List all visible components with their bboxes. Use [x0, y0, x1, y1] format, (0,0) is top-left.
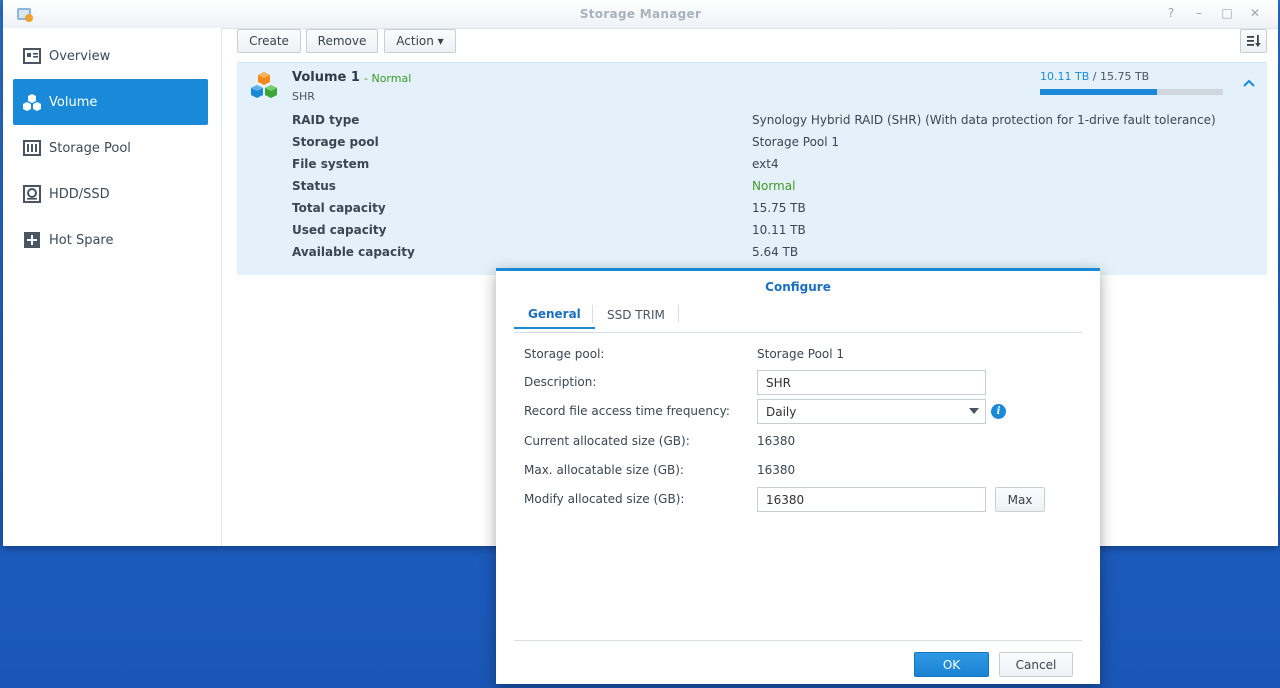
detail-row-status: Status Normal: [292, 179, 1252, 197]
description-input[interactable]: [757, 370, 986, 395]
storage-pool-icon: [22, 138, 42, 158]
capacity-bar: [1040, 89, 1223, 95]
overview-icon: [22, 46, 42, 66]
create-button[interactable]: Create: [237, 29, 301, 53]
action-button[interactable]: Action ▾: [384, 29, 456, 53]
capacity-separator: /: [1089, 70, 1100, 83]
sidebar-item-volume[interactable]: Volume: [13, 79, 208, 125]
sidebar-item-hdd-ssd[interactable]: HDD/SSD: [13, 171, 208, 217]
detail-key: Storage pool: [292, 135, 379, 149]
max-button[interactable]: Max: [995, 487, 1045, 512]
detail-key: RAID type: [292, 113, 360, 127]
dialog-title: Configure: [765, 280, 831, 294]
detail-value: 5.64 TB: [752, 245, 799, 259]
ok-button[interactable]: OK: [914, 652, 989, 677]
tab-divider: [678, 305, 679, 323]
minimize-icon[interactable]: –: [1192, 6, 1206, 20]
form-row-record-frequency: Record file access time frequency: Daily…: [524, 399, 1084, 424]
close-icon[interactable]: ✕: [1248, 6, 1262, 20]
hot-spare-icon: [22, 230, 42, 250]
volume-name: Volume 1: [292, 70, 360, 85]
detail-row-storage-pool: Storage pool Storage Pool 1: [292, 135, 1252, 153]
remove-button[interactable]: Remove: [306, 29, 378, 53]
maximize-icon[interactable]: □: [1220, 6, 1234, 20]
sidebar-item-label: Volume: [49, 94, 98, 110]
detail-row-used-capacity: Used capacity 10.11 TB: [292, 223, 1252, 241]
sidebar-item-label: Storage Pool: [49, 140, 131, 156]
record-frequency-label: Record file access time frequency:: [524, 404, 730, 418]
max-size-value: 16380: [757, 463, 796, 477]
current-size-label: Current allocated size (GB):: [524, 434, 690, 448]
form-row-current-size: Current allocated size (GB): 16380: [524, 429, 1084, 453]
detail-key: Available capacity: [292, 245, 415, 259]
detail-value: ext4: [752, 157, 779, 171]
form-row-max-size: Max. allocatable size (GB): 16380: [524, 458, 1084, 482]
sidebar-item-label: Overview: [49, 48, 111, 64]
sidebar-item-hot-spare[interactable]: Hot Spare: [13, 217, 208, 263]
form-row-storage-pool: Storage pool: Storage Pool 1: [524, 342, 1084, 366]
total-capacity-text: 15.75 TB: [1099, 70, 1150, 83]
storage-pool-label: Storage pool:: [524, 347, 605, 361]
dropdown-arrow-icon: [969, 408, 979, 414]
form-row-modify-size: Modify allocated size (GB): Max: [524, 487, 1084, 512]
form-row-description: Description:: [524, 370, 1084, 395]
configure-dialog: Configure General SSD TRIM Storage pool:…: [496, 268, 1100, 684]
detail-value: Storage Pool 1: [752, 135, 840, 149]
cancel-button[interactable]: Cancel: [999, 652, 1073, 677]
detail-value: 15.75 TB: [752, 201, 806, 215]
capacity-bar-fill: [1040, 89, 1158, 95]
detail-value: Normal: [752, 179, 796, 193]
window-title: Storage Manager: [579, 7, 702, 21]
sidebar: Overview Volume Storage Pool HDD/SSD Hot…: [3, 28, 222, 546]
collapse-chevron-icon[interactable]: [1243, 75, 1255, 91]
sidebar-item-overview[interactable]: Overview: [13, 33, 208, 79]
record-frequency-select[interactable]: Daily: [757, 399, 986, 424]
detail-row-total-capacity: Total capacity 15.75 TB: [292, 201, 1252, 219]
hdd-icon: [22, 184, 42, 204]
dialog-footer-divider: [514, 640, 1082, 641]
detail-value: 10.11 TB: [752, 223, 806, 237]
storage-pool-value: Storage Pool 1: [757, 347, 845, 361]
sidebar-item-label: Hot Spare: [49, 232, 114, 248]
detail-key: Used capacity: [292, 223, 387, 237]
detail-value: Synology Hybrid RAID (SHR) (With data pr…: [752, 113, 1216, 127]
volume-icon: [22, 92, 42, 112]
current-size-value: 16380: [757, 434, 796, 448]
modify-size-input[interactable]: [757, 487, 986, 512]
volume-cube-icon: [251, 72, 277, 98]
detail-key: Total capacity: [292, 201, 386, 215]
info-icon[interactable]: i: [991, 404, 1006, 419]
sidebar-item-storage-pool[interactable]: Storage Pool: [13, 125, 208, 171]
modify-size-label: Modify allocated size (GB):: [524, 492, 685, 506]
help-icon[interactable]: ?: [1164, 6, 1178, 20]
detail-key: File system: [292, 157, 370, 171]
detail-key: Status: [292, 179, 336, 193]
window-titlebar[interactable]: Storage Manager ? – □ ✕: [3, 0, 1278, 29]
volume-panel[interactable]: Volume 1 - Normal SHR 10.11 TB / 15.75 T…: [237, 62, 1267, 275]
volume-status: - Normal: [364, 72, 412, 85]
tab-general[interactable]: General: [514, 301, 595, 329]
tab-ssd-trim[interactable]: SSD TRIM: [593, 301, 679, 329]
detail-row-file-system: File system ext4: [292, 157, 1252, 175]
volume-subtitle: SHR: [292, 90, 315, 103]
dialog-tabs: General SSD TRIM: [514, 301, 1082, 333]
detail-row-raid-type: RAID type Synology Hybrid RAID (SHR) (Wit…: [292, 113, 1252, 131]
capacity-text: 10.11 TB / 15.75 TB: [1040, 70, 1149, 83]
record-frequency-value: Daily: [766, 404, 797, 419]
sidebar-item-label: HDD/SSD: [49, 186, 110, 202]
sort-icon[interactable]: [1240, 29, 1267, 53]
detail-row-available-capacity: Available capacity 5.64 TB: [292, 245, 1252, 263]
used-capacity-text: 10.11 TB: [1040, 70, 1090, 83]
max-size-label: Max. allocatable size (GB):: [524, 463, 684, 477]
description-label: Description:: [524, 375, 597, 389]
